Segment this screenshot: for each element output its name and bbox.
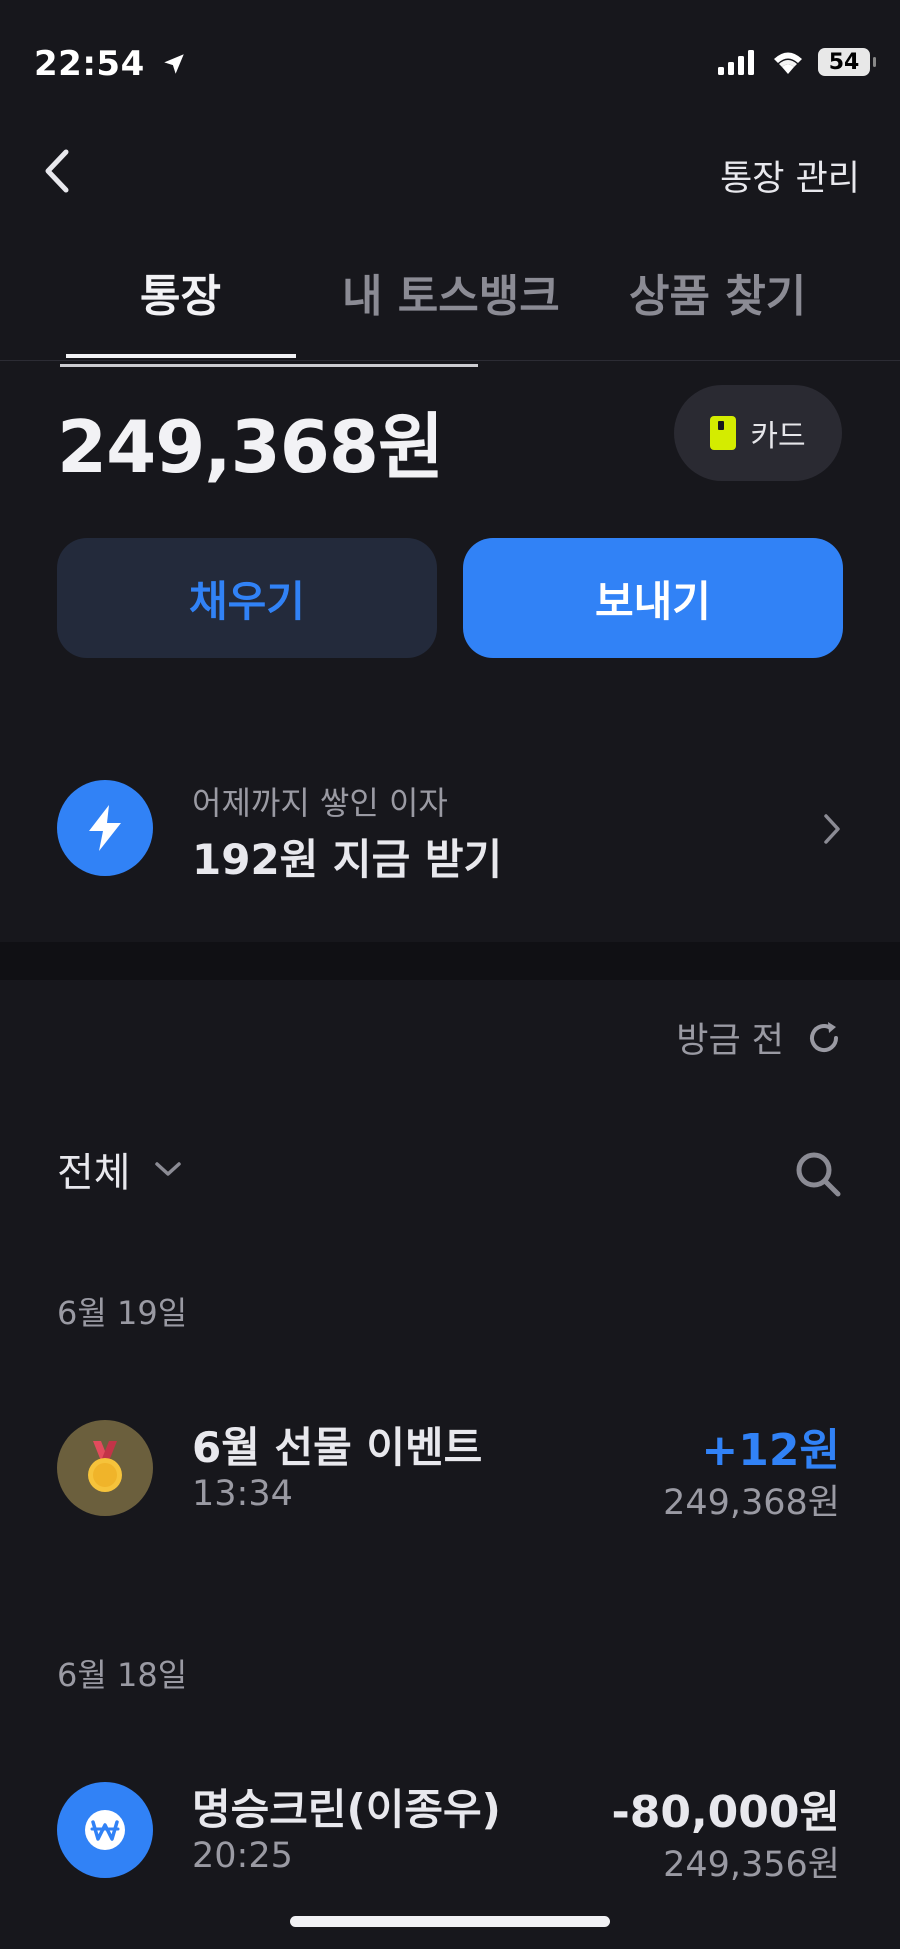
transaction-name: 명승크린(이종우) [192,1785,501,1834]
send-button[interactable]: 보내기 [463,538,843,658]
wifi-icon [774,52,802,74]
transaction-avatar [57,1420,153,1516]
location-arrow-icon [164,54,184,74]
search-icon[interactable] [792,1148,844,1200]
transaction-row[interactable]: 6월 선물 이벤트 13:34 +12원 249,368원 [0,1420,900,1530]
chevron-right-icon [824,814,840,844]
account-balance: 249,368원 [57,405,444,489]
date-header: 6월 18일 [57,1656,188,1694]
battery-icon: 54 [818,48,876,76]
transaction-time: 13:34 [192,1474,293,1514]
signal-icon [718,50,754,75]
transaction-avatar [57,1782,153,1878]
fill-button[interactable]: 채우기 [57,538,437,658]
tab-find-products[interactable]: 상품 찾기 [629,260,806,324]
refresh-label: 방금 전 [676,1021,784,1061]
card-button-label: 카드 [750,419,806,454]
tab-account[interactable]: 통장 [140,260,221,324]
transaction-row[interactable]: 명승크린(이종우) 20:25 -80,000원 249,356원 [0,1782,900,1892]
battery-level: 54 [828,49,860,75]
account-manage-link[interactable]: 통장 관리 [720,150,860,201]
interest-amount: 192원 지금 받기 [192,835,503,884]
refresh-icon [810,1021,839,1052]
active-tab-indicator [66,354,296,358]
tab-my-tossbank[interactable]: 내 토스뱅크 [342,260,560,324]
chevron-left-icon [45,149,69,193]
date-header: 6월 19일 [57,1294,188,1332]
tab-bar: 통장 내 토스뱅크 상품 찾기 [0,260,900,361]
card-button[interactable]: 카드 [674,385,842,481]
transaction-balance: 249,368원 [663,1483,840,1523]
status-time: 22:54 [34,44,187,84]
interest-badge [57,780,153,876]
medal-icon [88,1441,122,1492]
status-indicators: 54 [718,48,876,76]
won-icon [85,1810,125,1850]
back-button[interactable] [38,146,78,196]
filter-label: 전체 [57,1150,131,1196]
account-number-underline [60,364,478,367]
filter-dropdown[interactable]: 전체 [57,1140,183,1198]
refresh-control[interactable]: 방금 전 [676,1012,844,1063]
interest-subtitle: 어제까지 쌓인 이자 [192,784,448,822]
section-divider [0,942,900,980]
transaction-amount: -80,000원 [611,1787,840,1838]
transaction-time: 20:25 [192,1836,293,1876]
home-indicator [290,1916,610,1927]
chevron-down-icon [154,1162,181,1176]
transaction-name: 6월 선물 이벤트 [192,1423,483,1472]
interest-row[interactable]: 어제까지 쌓인 이자 192원 지금 받기 [0,760,900,900]
lightning-icon [89,805,121,851]
status-time-text: 22:54 [34,44,145,84]
transaction-balance: 249,356원 [663,1845,840,1885]
transaction-amount: +12원 [701,1425,840,1476]
card-icon [710,416,737,450]
